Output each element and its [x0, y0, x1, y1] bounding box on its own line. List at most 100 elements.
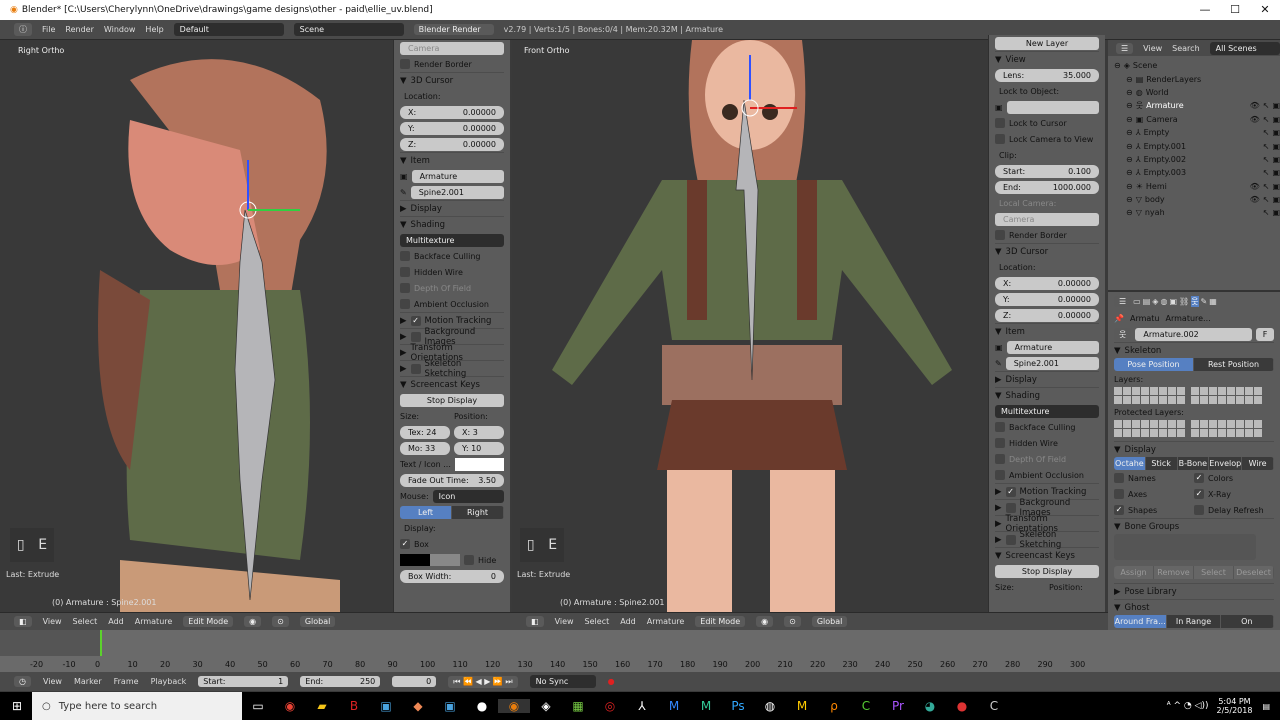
dropdown[interactable]: Icon: [432, 489, 504, 503]
panel-title[interactable]: Shading: [1006, 391, 1041, 401]
number-field[interactable]: Y: 0.00000: [995, 292, 1099, 306]
checkbox[interactable]: [400, 299, 410, 309]
layout-selector[interactable]: Default: [173, 23, 284, 36]
rest-position-button[interactable]: Rest Position: [1194, 358, 1274, 371]
collapse-icon[interactable]: ▼: [400, 220, 407, 230]
checkbox[interactable]: [400, 251, 410, 261]
number-field[interactable]: X: 0.00000: [400, 105, 504, 119]
checkbox[interactable]: [995, 470, 1005, 480]
tab-scene-icon[interactable]: ◈: [1152, 297, 1158, 306]
layer-cell[interactable]: [1177, 396, 1185, 404]
menu-window[interactable]: Window: [104, 25, 136, 34]
layer-cell[interactable]: [1141, 396, 1149, 404]
pose-library-panel-title[interactable]: Pose Library: [1125, 587, 1177, 597]
layer-cell[interactable]: [1132, 387, 1140, 395]
layer-cell[interactable]: [1254, 396, 1262, 404]
selectable-cursor-icon[interactable]: ↖: [1263, 128, 1270, 137]
tab-constraints-icon[interactable]: ⛓: [1179, 297, 1189, 306]
bone-group-remove-button[interactable]: Remove: [1154, 566, 1194, 579]
outliner-item[interactable]: ⊖ ☀ Hemi 👁 ↖ ▣: [1108, 180, 1280, 193]
menu-add[interactable]: Add: [620, 617, 636, 626]
panel-title[interactable]: Shading: [411, 220, 446, 230]
number-field[interactable]: Y: 10: [454, 441, 504, 455]
outliner-item[interactable]: ⊖ ⅄ Empty.002 ↖ ▣: [1108, 153, 1280, 166]
outliner-item[interactable]: ⊖ 웃 Armature 👁 ↖ ▣: [1108, 99, 1280, 112]
expand-toggle-icon[interactable]: ⊖: [1126, 88, 1133, 97]
checkbox[interactable]: [995, 454, 1005, 464]
taskbar-search[interactable]: ○ Type here to search: [32, 692, 242, 720]
dropdown[interactable]: Multitexture: [995, 404, 1099, 418]
number-field[interactable]: End: 1000.000: [995, 180, 1099, 194]
layer-cell[interactable]: [1123, 429, 1131, 437]
visibility-eye-icon[interactable]: 👁: [1250, 195, 1260, 204]
layer-cell[interactable]: [1191, 420, 1199, 428]
bone-groups-panel-title[interactable]: Bone Groups: [1125, 522, 1180, 532]
outliner-item[interactable]: ⊖ ▣ Camera 👁 ↖ ▣: [1108, 113, 1280, 126]
right-button[interactable]: Right: [452, 505, 504, 519]
expand-toggle-icon[interactable]: ⊖: [1126, 155, 1133, 164]
start-icon[interactable]: ⊞: [12, 699, 22, 713]
outliner-item[interactable]: ⊖ ◈ Scene: [1108, 59, 1280, 72]
number-field[interactable]: Y: 0.00000: [400, 121, 504, 135]
layer-cell[interactable]: [1209, 396, 1217, 404]
outliner-display-mode[interactable]: All Scenes: [1209, 41, 1280, 55]
file-explorer-icon[interactable]: ▰: [306, 699, 338, 713]
selectable-cursor-icon[interactable]: ↖: [1263, 208, 1270, 217]
display-option[interactable]: Names: [1114, 470, 1194, 486]
pin-icon[interactable]: 📌: [1114, 314, 1124, 323]
ghost-panel-title[interactable]: Ghost: [1125, 603, 1150, 613]
visibility-eye-icon[interactable]: 👁: [1250, 182, 1260, 191]
shading-select[interactable]: ◉: [756, 616, 774, 627]
checkbox[interactable]: [1114, 489, 1124, 499]
outliner-item[interactable]: ⊖ ◍ World: [1108, 86, 1280, 99]
record-icon[interactable]: ●: [608, 677, 615, 686]
ghost-mode-button[interactable]: In Range: [1167, 615, 1221, 628]
display-option[interactable]: Axes: [1114, 486, 1194, 502]
layer-cell[interactable]: [1191, 429, 1199, 437]
expand-icon[interactable]: ▶: [995, 519, 1002, 529]
number-field[interactable]: Z: 0.00000: [995, 308, 1099, 322]
layer-cell[interactable]: [1168, 429, 1176, 437]
expand-toggle-icon[interactable]: ⊖: [1126, 75, 1133, 84]
outliner-item[interactable]: ⊖ ▽ nyah ↖ ▣: [1108, 206, 1280, 219]
checkbox[interactable]: [400, 283, 410, 293]
number-field[interactable]: X: 0.00000: [995, 276, 1099, 290]
tab-bone-icon[interactable]: ✎: [1201, 297, 1208, 306]
layer-cell[interactable]: [1159, 429, 1167, 437]
text-field[interactable]: Armature: [411, 169, 504, 183]
layer-cell[interactable]: [1177, 420, 1185, 428]
layer-cell[interactable]: [1209, 420, 1217, 428]
close-button[interactable]: ✕: [1250, 0, 1280, 20]
checkbox[interactable]: [995, 422, 1005, 432]
expand-toggle-icon[interactable]: ⊖: [1114, 61, 1121, 70]
render-engine-select[interactable]: Blender Render: [413, 24, 494, 35]
panel-toggle-checkbox[interactable]: [410, 331, 421, 342]
selectable-cursor-icon[interactable]: ↖: [1263, 101, 1270, 110]
menu-marker[interactable]: Marker: [74, 677, 102, 686]
number-field[interactable]: Lens: 35.000: [995, 68, 1099, 82]
layer-cell[interactable]: [1159, 387, 1167, 395]
checkbox[interactable]: [400, 59, 410, 69]
display-option[interactable]: ✓ Colors: [1194, 470, 1274, 486]
store-icon[interactable]: ▣: [370, 699, 402, 713]
panel-toggle-checkbox[interactable]: ✓: [1005, 486, 1016, 497]
expand-toggle-icon[interactable]: ⊖: [1126, 128, 1133, 137]
expand-icon[interactable]: ▶: [400, 316, 407, 326]
dropdown[interactable]: Multitexture: [400, 233, 504, 247]
layer-cell[interactable]: [1159, 420, 1167, 428]
layer-cell[interactable]: [1191, 387, 1199, 395]
render-icon[interactable]: ▣: [1272, 155, 1280, 164]
panel-title[interactable]: Item: [411, 156, 430, 166]
app-icon[interactable]: C: [978, 699, 1010, 713]
menu-armature[interactable]: Armature: [135, 617, 173, 626]
checkbox[interactable]: [995, 438, 1005, 448]
panel-toggle-checkbox[interactable]: [1005, 502, 1016, 513]
app-icon[interactable]: ●: [466, 699, 498, 713]
expand-toggle-icon[interactable]: ⊖: [1126, 101, 1133, 110]
sync-select[interactable]: No Sync: [529, 675, 596, 688]
render-icon[interactable]: ▣: [1272, 101, 1280, 110]
number-field[interactable]: Tex: 24: [400, 425, 450, 439]
selectable-cursor-icon[interactable]: ↖: [1263, 142, 1270, 151]
mode-select[interactable]: Edit Mode: [183, 616, 234, 627]
layer-cell[interactable]: [1227, 420, 1235, 428]
